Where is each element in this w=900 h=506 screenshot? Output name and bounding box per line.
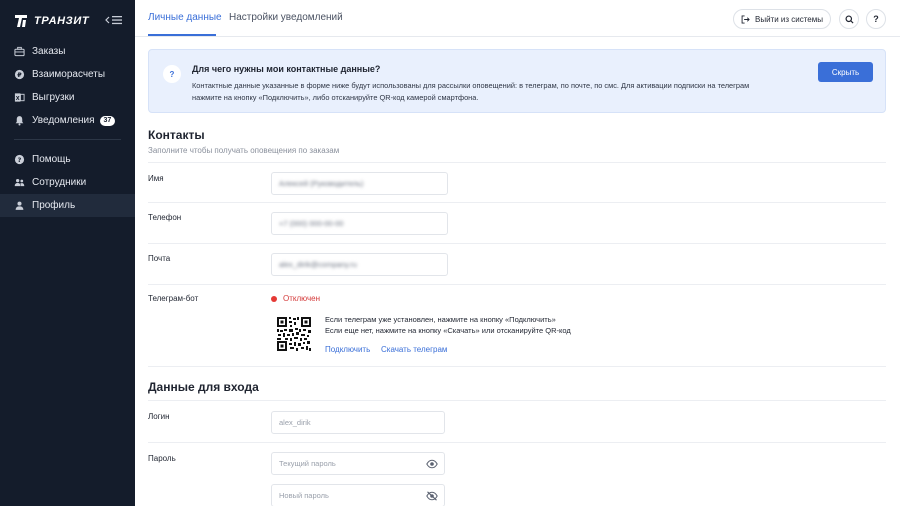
login-field[interactable]: alex_dirik [271, 411, 445, 434]
email-label: Почта [148, 254, 171, 263]
logout-button[interactable]: Выйти из системы [733, 9, 831, 29]
sidebar-item-notifications[interactable]: Уведомления 37 [0, 109, 135, 132]
divider [148, 202, 886, 203]
sidebar-divider [14, 139, 121, 140]
phone-field[interactable]: +7 (000) 000-00-00 [271, 212, 448, 235]
help-icon: ? [14, 154, 25, 165]
collapse-sidebar-button[interactable] [104, 13, 124, 27]
telegram-status: Отключен [271, 294, 320, 303]
contacts-section-subtitle: Заполните чтобы получать оповещения по з… [148, 146, 340, 155]
contact-info-banner: ? Для чего нужны мои контактные данные? … [148, 49, 886, 113]
search-icon [844, 14, 854, 24]
bell-icon [15, 116, 24, 126]
banner-text: Контактные данные указанные в форме ниже… [192, 81, 750, 102]
sidebar-item-profile[interactable]: Профиль [0, 194, 135, 217]
telegram-instruction-1: Если телеграм уже установлен, нажмите на… [325, 315, 556, 324]
password-label: Пароль [148, 454, 176, 463]
brand-name: ТРАНЗИТ [34, 15, 90, 27]
telegram-instruction-2: Если еще нет, нажмите на кнопку «Скачать… [325, 326, 571, 335]
current-password-placeholder: Текущий пароль [279, 459, 336, 468]
sidebar-item-label: Выгрузки [32, 92, 75, 103]
tab-notification-settings[interactable]: Настройки уведомлений [229, 12, 343, 23]
spreadsheet-icon: X [14, 93, 25, 102]
svg-text:X: X [16, 96, 20, 102]
telegram-label: Телеграм-бот [148, 294, 199, 303]
sidebar-item-label: Профиль [32, 200, 76, 211]
help-button[interactable]: ? [866, 9, 886, 29]
new-password-field[interactable]: Новый пароль [271, 484, 445, 506]
divider [148, 162, 886, 163]
sidebar-item-label: Сотрудники [32, 177, 87, 188]
sidebar-item-label: Взаиморасчеты [32, 69, 106, 80]
coin-icon: ₽ [14, 69, 25, 80]
divider [148, 284, 886, 285]
notifications-count-badge: 37 [99, 115, 116, 126]
sidebar-nav-main: Заказы ₽ Взаиморасчеты X Выгрузки Уведом… [0, 40, 135, 132]
logout-label: Выйти из системы [754, 14, 823, 24]
contacts-section-title: Контакты [148, 128, 205, 142]
briefcase-icon [14, 46, 25, 57]
login-label: Логин [148, 412, 170, 421]
main-content: Личные данные Настройки уведомлений Выйт… [135, 0, 900, 506]
question-icon: ? [163, 65, 181, 83]
divider [148, 400, 886, 401]
sidebar-nav-secondary: ? Помощь Сотрудники Профиль [0, 148, 135, 217]
phone-value: +7 (000) 000-00-00 [279, 219, 344, 228]
current-password-field[interactable]: Текущий пароль [271, 452, 445, 475]
telegram-qr-code[interactable] [276, 316, 312, 352]
sidebar-item-orders[interactable]: Заказы [0, 40, 135, 63]
name-field[interactable]: Алексей (Руководитель) [271, 172, 448, 195]
svg-text:₽: ₽ [17, 71, 22, 79]
sidebar: ТРАНЗИТ Заказы ₽ Взаиморасчеты X Выгрузк… [0, 0, 135, 506]
user-icon [15, 201, 24, 210]
sidebar-item-settlements[interactable]: ₽ Взаиморасчеты [0, 63, 135, 86]
sidebar-item-label: Заказы [32, 46, 66, 57]
email-field[interactable]: alex_dirik@company.ru [271, 253, 448, 276]
collapse-menu-icon [105, 16, 122, 25]
top-bar: Личные данные Настройки уведомлений Выйт… [135, 0, 900, 37]
connect-telegram-link[interactable]: Подключить [325, 345, 370, 354]
brand[interactable]: ТРАНЗИТ [13, 12, 89, 30]
sidebar-item-label: Помощь [32, 154, 71, 165]
banner-title: Для чего нужны мои контактные данные? [192, 64, 381, 74]
divider [148, 442, 886, 443]
name-value: Алексей (Руководитель) [279, 179, 364, 188]
active-tab-indicator [148, 34, 216, 36]
email-value: alex_dirik@company.ru [279, 260, 357, 269]
search-button[interactable] [839, 9, 859, 29]
tab-personal-data[interactable]: Личные данные [148, 12, 222, 23]
hide-password-icon[interactable] [426, 491, 438, 501]
svg-text:?: ? [18, 156, 22, 164]
sidebar-item-label: Уведомления [32, 115, 95, 126]
sidebar-item-employees[interactable]: Сотрудники [0, 171, 135, 194]
users-icon [14, 179, 25, 187]
logout-icon [741, 14, 750, 24]
download-telegram-link[interactable]: Скачать телеграм [381, 345, 447, 354]
help-glyph: ? [873, 14, 879, 24]
telegram-status-text: Отключен [283, 294, 321, 303]
divider [148, 366, 886, 367]
hide-banner-button[interactable]: Скрыть [818, 62, 873, 82]
status-dot-icon [271, 295, 277, 302]
name-label: Имя [148, 174, 164, 183]
sidebar-item-help[interactable]: ? Помощь [0, 148, 135, 171]
divider [148, 243, 886, 244]
logo-icon [15, 15, 27, 27]
phone-label: Телефон [148, 213, 182, 222]
question-glyph: ? [169, 69, 175, 79]
telegram-instructions: Если телеграм уже установлен, нажмите на… [325, 314, 571, 336]
login-section-title: Данные для входа [148, 380, 259, 394]
new-password-placeholder: Новый пароль [279, 491, 329, 500]
show-password-icon[interactable] [426, 459, 438, 469]
sidebar-item-exports[interactable]: X Выгрузки [0, 86, 135, 109]
login-value: alex_dirik [279, 418, 311, 427]
